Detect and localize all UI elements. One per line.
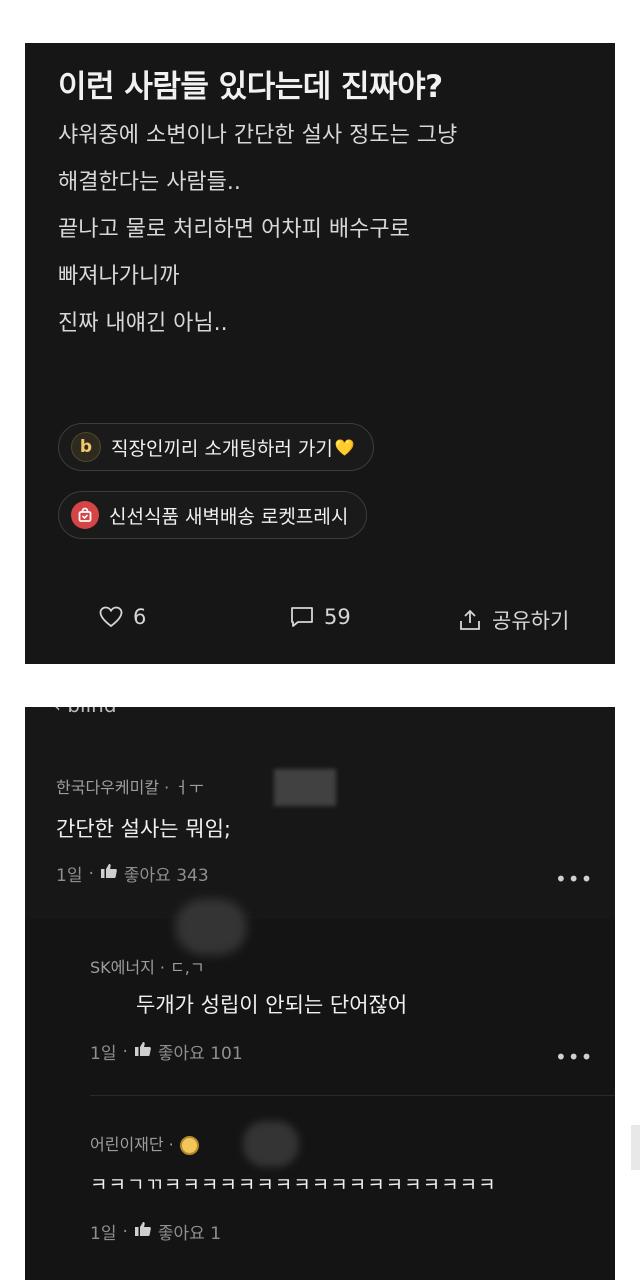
separator: ·: [122, 1221, 128, 1242]
comment-author[interactable]: SK에너지 · ㄷ,ㄱ: [90, 954, 205, 978]
blurred-avatar: [175, 899, 247, 955]
heart-icon: [99, 606, 123, 628]
separator: ·: [88, 863, 94, 884]
comments-panel: ‹ blind 한국다우케미칼 · ㅓㅜ 간단한 설사는 뭐임; 1일 · 좋아…: [25, 707, 615, 1280]
like-count-label[interactable]: 좋아요 101: [158, 1039, 243, 1064]
post-body-line: 샤워중에 소변이나 간단한 설사 정도는 그냥: [58, 123, 458, 148]
comment-meta: 1일 · 좋아요 101: [90, 1039, 243, 1065]
comment-meta: 1일 · 좋아요 343: [56, 861, 209, 887]
badge-icon: [179, 1136, 199, 1155]
ad-chip-rocket-fresh[interactable]: 신선식품 새벽배송 로켓프레시: [58, 491, 368, 539]
comment-meta: 1일 · 좋아요 1: [90, 1219, 221, 1245]
like-count-label[interactable]: 좋아요 343: [124, 861, 209, 886]
ad-chip-label: 직장인끼리 소개팅하러 가기: [111, 437, 333, 460]
divider: [90, 1095, 615, 1096]
comment-button[interactable]: 59: [290, 605, 351, 629]
blurred-avatar: [243, 1121, 299, 1167]
thumbs-up-icon[interactable]: [100, 863, 118, 884]
post-title: 이런 사람들 있다는데 진짜야?: [58, 69, 443, 105]
post-body: 샤워중에 소변이나 간단한 설사 정도는 그냥 해결한다는 사람들.. 끝나고 …: [58, 121, 457, 356]
more-options-icon[interactable]: •••: [555, 1045, 593, 1069]
thumbs-up-icon[interactable]: [134, 1041, 152, 1062]
share-button[interactable]: 공유하기: [458, 605, 569, 635]
comment-icon: [290, 606, 314, 628]
like-button[interactable]: 6: [99, 605, 146, 629]
post-body-line: 진짜 내얘긴 아님..: [58, 311, 228, 336]
comment-author[interactable]: 어린이재단 ·: [90, 1131, 199, 1155]
share-icon: [458, 608, 482, 632]
comment-count: 59: [324, 605, 351, 629]
comment-text: 간단한 설사는 뭐임;: [56, 817, 231, 841]
ad-chip-label: 신선식품 새벽배송 로켓프레시: [109, 505, 349, 528]
comment-text: ㅋㅋㄱㄲㅋㅋㅋㅋㅋㅋㅋㅋㅋㅋㅋㅋㅋㅋㅋㅋㅋㅋ: [90, 1174, 497, 1196]
comment-text: 두개가 성립이 안되는 단어잖어: [136, 993, 408, 1017]
thumbs-up-icon[interactable]: [134, 1221, 152, 1242]
comment-author[interactable]: 한국다우케미칼 · ㅓㅜ: [56, 774, 204, 798]
ad-chip-dating[interactable]: b 직장인끼리 소개팅하러 가기 💛: [58, 423, 374, 471]
yellow-heart-icon: 💛: [334, 437, 355, 457]
more-options-icon[interactable]: •••: [555, 867, 593, 891]
comment-author-name: 어린이재단 ·: [90, 1135, 174, 1154]
shopping-bag-icon: [71, 501, 99, 529]
edge-fragment: [631, 1125, 640, 1170]
like-count-label[interactable]: 좋아요 1: [158, 1219, 221, 1244]
separator: ·: [122, 1041, 128, 1062]
post-body-line: 빠져나가니까: [58, 264, 180, 289]
post-actions: 6 59 공유하기: [25, 605, 615, 641]
blurred-avatar: [274, 769, 336, 806]
comment-age: 1일: [90, 1224, 117, 1244]
header-fragment[interactable]: ‹ blind: [53, 707, 117, 717]
share-label: 공유하기: [492, 609, 570, 633]
like-count: 6: [133, 605, 147, 629]
comment-age: 1일: [90, 1044, 117, 1064]
post-body-line: 해결한다는 사람들..: [58, 170, 241, 195]
comment-age: 1일: [56, 866, 83, 886]
b-logo-icon: b: [71, 432, 101, 462]
post-card: 이런 사람들 있다는데 진짜야? 샤워중에 소변이나 간단한 설사 정도는 그냥…: [25, 43, 615, 664]
post-body-line: 끝나고 물로 처리하면 어차피 배수구로: [58, 217, 410, 242]
